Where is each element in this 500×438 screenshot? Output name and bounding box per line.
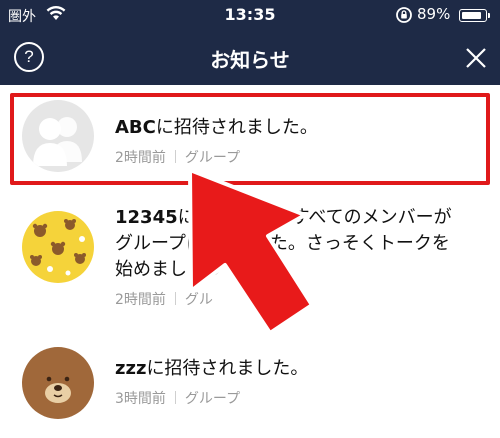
notification-meta: 2時間前 グル <box>115 292 213 308</box>
brown-bear-face-icon <box>45 376 71 403</box>
bear-pattern-icon <box>30 219 86 276</box>
status-bar: 圏外 13:35 89% <box>0 0 500 30</box>
meta-divider <box>174 292 176 305</box>
battery-percent: 89% <box>417 5 451 23</box>
nav-bar: ? お知らせ <box>0 30 500 85</box>
close-icon[interactable] <box>460 42 492 74</box>
page-title: お知らせ <box>210 48 290 72</box>
bear-pattern-avatar <box>22 211 94 283</box>
notification-message: 12345に たすべてのメンバーが グループに した。さっそくトークを 始めましょう <box>115 207 452 280</box>
battery-icon <box>459 9 487 22</box>
orientation-lock-icon <box>396 7 412 23</box>
notification-message: zzzに招待されました。 <box>115 358 309 379</box>
meta-divider <box>174 391 176 404</box>
notification-meta: 3時間前 グループ <box>115 391 241 407</box>
battery-tip <box>488 13 490 18</box>
list-item[interactable]: zzzに招待されました。 3時間前 グループ <box>0 325 500 438</box>
highlight-box <box>10 93 490 185</box>
list-item[interactable]: 12345に たすべてのメンバーが グループに した。さっそくトークを 始めましょう… <box>0 197 500 327</box>
battery-fill <box>462 12 481 19</box>
brown-bear-avatar <box>22 347 94 419</box>
